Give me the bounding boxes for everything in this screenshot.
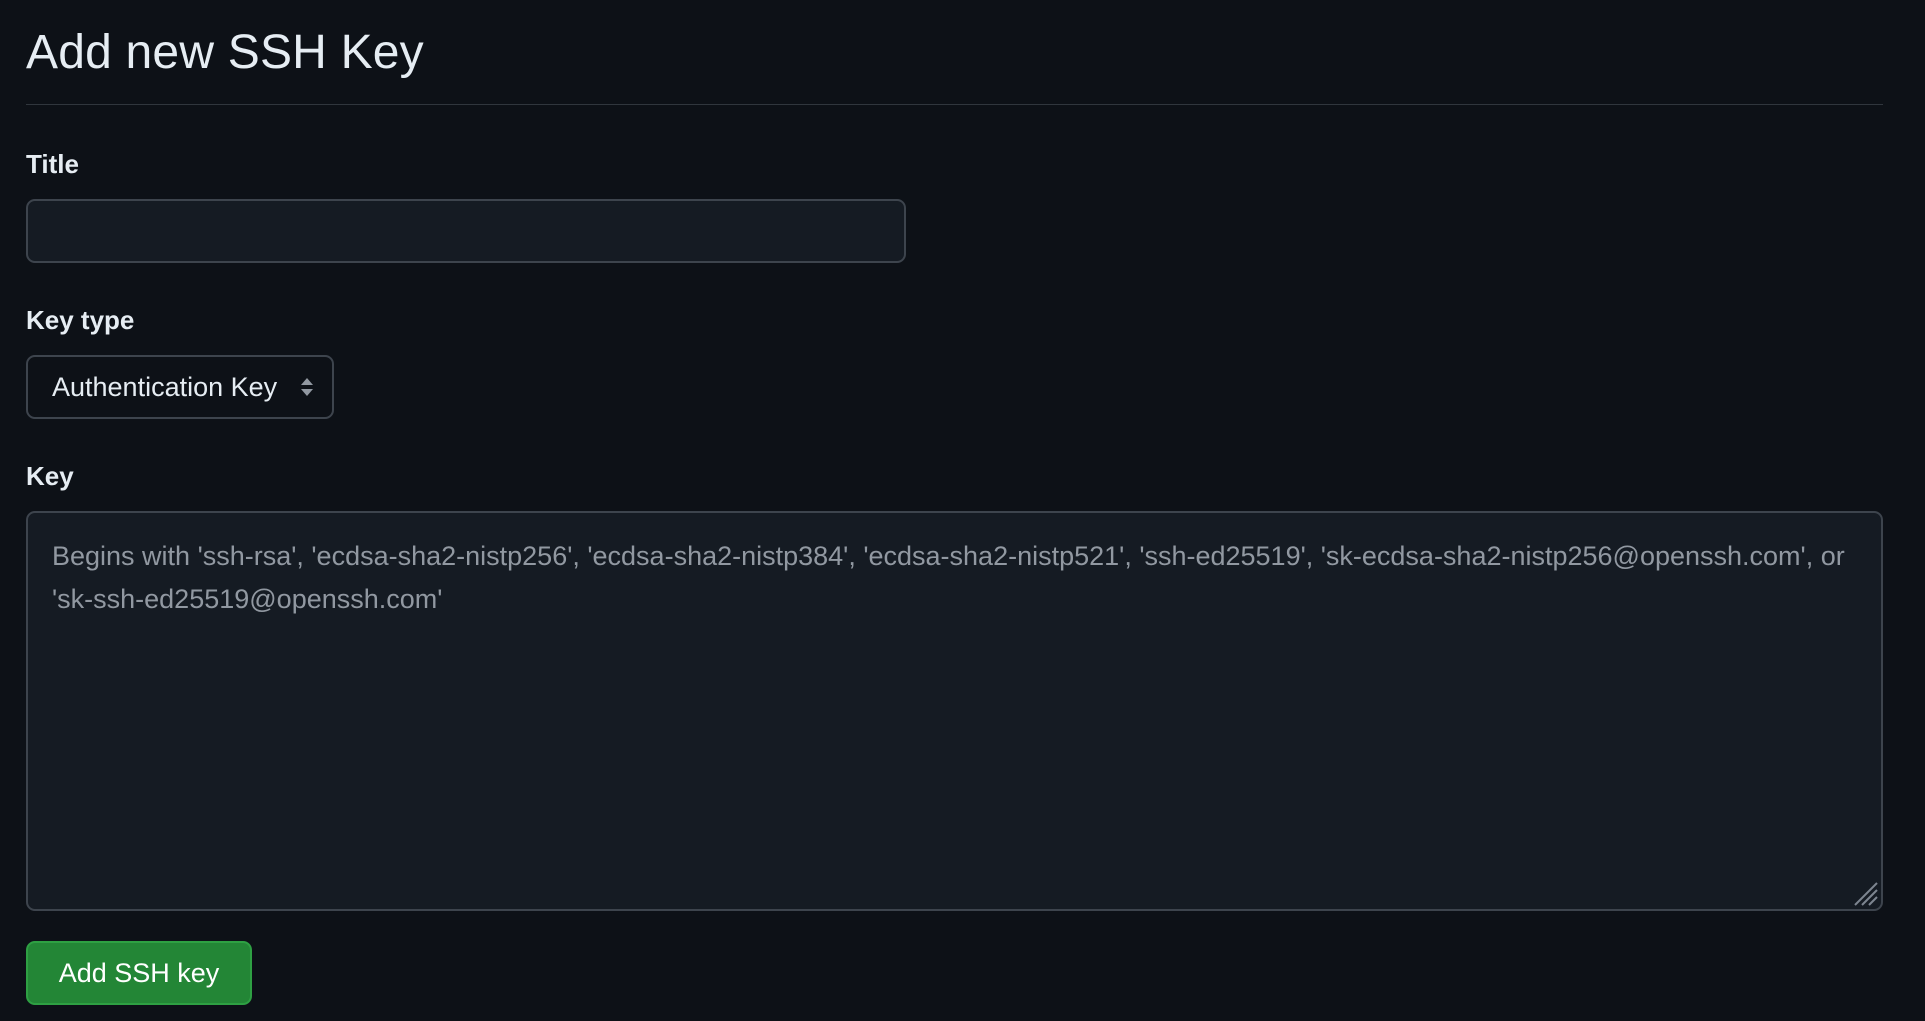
title-label: Title: [26, 149, 79, 179]
title-input[interactable]: [26, 199, 906, 263]
key-type-select[interactable]: Authentication Key: [26, 355, 334, 419]
add-ssh-key-button[interactable]: Add SSH key: [26, 941, 252, 1005]
page-header: Add new SSH Key: [26, 0, 1883, 105]
select-caret-icon: [298, 374, 316, 400]
key-form-group: Key Begins with 'ssh-rsa', 'ecdsa-sha2-n…: [26, 459, 1883, 911]
key-type-label: Key type: [26, 305, 135, 335]
title-form-group: Title: [26, 147, 1882, 263]
key-type-selected-value: Authentication Key: [52, 372, 278, 402]
key-textarea-placeholder: Begins with 'ssh-rsa', 'ecdsa-sha2-nistp…: [52, 541, 1845, 614]
ssh-key-page: Add new SSH Key Title Key type Authentic…: [0, 0, 1925, 1021]
page-title: Add new SSH Key: [26, 26, 424, 79]
key-textarea[interactable]: Begins with 'ssh-rsa', 'ecdsa-sha2-nistp…: [26, 511, 1883, 911]
key-label: Key: [26, 461, 74, 491]
resize-grip-icon[interactable]: [1849, 877, 1879, 907]
key-type-form-group: Key type Authentication Key: [26, 303, 1882, 419]
